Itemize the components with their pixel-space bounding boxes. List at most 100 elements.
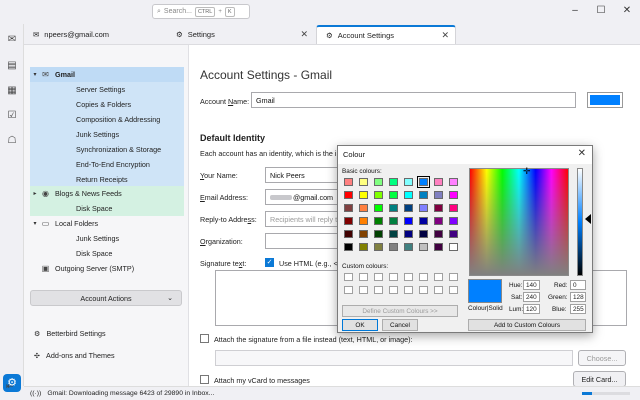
green-field[interactable]: 128 (570, 292, 586, 302)
custom-colour-swatch[interactable] (374, 273, 383, 281)
custom-colour-swatch[interactable] (359, 273, 368, 281)
colour-spectrum[interactable] (469, 168, 569, 276)
tree-item[interactable]: Return Receipts (30, 172, 184, 187)
account-name-field[interactable]: Gmail (251, 92, 576, 108)
basic-colour-swatch[interactable] (359, 178, 368, 186)
cancel-button[interactable]: Cancel (382, 319, 418, 331)
custom-colour-swatch[interactable] (449, 273, 458, 281)
add-to-custom-colours-button[interactable]: Add to Custom Colours (468, 319, 586, 331)
collapse-icon[interactable]: ⇤ (6, 381, 14, 392)
tree-item[interactable]: ▾ ✉ Gmail (30, 67, 184, 82)
betterbird-settings-link[interactable]: ⚙ Betterbird Settings (34, 329, 106, 338)
tree-item[interactable]: Synchronization & Storage (30, 142, 184, 157)
custom-colour-swatch[interactable] (389, 286, 398, 294)
basic-colour-swatch[interactable] (419, 204, 428, 212)
basic-colour-swatch[interactable] (404, 191, 413, 199)
basic-colour-swatch[interactable] (374, 191, 383, 199)
custom-colour-swatch[interactable] (359, 286, 368, 294)
basic-colour-swatch[interactable] (389, 178, 398, 186)
basic-colour-swatch[interactable] (419, 230, 428, 238)
basic-colour-swatch[interactable] (404, 243, 413, 251)
basic-colour-swatch[interactable] (449, 178, 458, 186)
blue-field[interactable]: 255 (570, 304, 586, 314)
basic-colour-swatch[interactable] (359, 243, 368, 251)
tasks-icon[interactable]: ☑ (6, 110, 18, 122)
basic-colour-swatch[interactable] (389, 204, 398, 212)
ok-button[interactable]: OK (342, 319, 378, 331)
twisty-icon[interactable]: ▾ (30, 220, 40, 227)
tab-account-settings[interactable]: ⚙ Account Settings ✕ (316, 25, 456, 44)
tree-item[interactable]: Junk Settings (30, 231, 184, 246)
luminance-pointer-icon[interactable] (585, 214, 591, 224)
red-field[interactable]: 0 (570, 280, 586, 290)
tree-item[interactable]: Composition & Addressing (30, 112, 184, 127)
custom-colour-swatch[interactable] (419, 273, 428, 281)
basic-colour-swatch[interactable] (419, 217, 428, 225)
custom-colour-swatch[interactable] (344, 273, 353, 281)
basic-colour-swatch[interactable] (419, 243, 428, 251)
basic-colour-swatch[interactable] (434, 191, 443, 199)
lum-field[interactable]: 120 (523, 304, 540, 314)
basic-colour-swatch[interactable] (374, 204, 383, 212)
tree-item[interactable]: Junk Settings (30, 127, 184, 142)
basic-colour-swatch[interactable] (389, 217, 398, 225)
custom-colour-swatch[interactable] (419, 286, 428, 294)
basic-colour-swatch[interactable] (449, 230, 458, 238)
basic-colour-swatch[interactable] (374, 243, 383, 251)
attach-signature-checkbox[interactable] (200, 334, 209, 343)
hue-field[interactable]: 140 (523, 280, 540, 290)
basic-colour-swatch[interactable] (434, 243, 443, 251)
custom-colour-swatch[interactable] (344, 286, 353, 294)
basic-colour-swatch[interactable] (374, 178, 383, 186)
custom-colour-swatch[interactable] (404, 286, 413, 294)
choose-button[interactable]: Choose... (578, 350, 626, 366)
close-icon[interactable]: ✕ (578, 148, 586, 159)
basic-colour-swatch[interactable] (389, 243, 398, 251)
basic-colour-swatch[interactable] (404, 178, 413, 186)
custom-colour-swatch[interactable] (449, 286, 458, 294)
basic-colour-swatch[interactable] (374, 217, 383, 225)
custom-colour-swatch[interactable] (374, 286, 383, 294)
luminance-slider[interactable] (577, 168, 583, 276)
basic-colour-swatch[interactable] (374, 230, 383, 238)
close-tab-icon[interactable]: ✕ (300, 29, 308, 40)
tree-item[interactable]: ▾ ▭ Local Folders (30, 216, 184, 231)
address-book-icon[interactable]: ▤ (6, 60, 18, 72)
basic-colour-swatch[interactable] (344, 191, 353, 199)
basic-colour-swatch[interactable] (434, 204, 443, 212)
calendar-icon[interactable]: ▦ (6, 85, 18, 97)
twisty-icon[interactable]: ▸ (30, 190, 40, 197)
account-actions-button[interactable]: Account Actions ⌄ (30, 290, 182, 306)
mail-space-icon[interactable]: ✉ (6, 34, 18, 46)
sat-field[interactable]: 240 (523, 292, 540, 302)
custom-colour-swatch[interactable] (434, 273, 443, 281)
basic-colour-swatch[interactable] (344, 243, 353, 251)
close-window-icon[interactable]: ✕ (620, 4, 634, 18)
custom-colour-swatch[interactable] (404, 273, 413, 281)
define-custom-colours-button[interactable]: Define Custom Colours >> (342, 305, 458, 317)
edit-card-button[interactable]: Edit Card... (573, 371, 626, 387)
use-html-checkbox[interactable]: ✓ (265, 258, 274, 267)
basic-colour-swatch[interactable] (359, 230, 368, 238)
chat-icon[interactable]: ☖ (6, 135, 18, 147)
close-tab-icon[interactable]: ✕ (441, 30, 449, 41)
twisty-icon[interactable]: ▾ (30, 71, 40, 78)
tree-item[interactable]: Copies & Folders (30, 97, 184, 112)
basic-colour-swatch[interactable] (359, 204, 368, 212)
basic-colour-swatch[interactable] (434, 230, 443, 238)
tree-item[interactable]: ▸ ◉ Blogs & News Feeds (30, 186, 184, 201)
basic-colour-swatch[interactable] (404, 217, 413, 225)
basic-colour-swatch[interactable] (344, 178, 353, 186)
tree-item[interactable]: End-To-End Encryption (30, 157, 184, 172)
basic-colour-swatch[interactable] (434, 217, 443, 225)
basic-colour-swatch[interactable] (449, 204, 458, 212)
search-box[interactable]: ⌕ Search... CTRL + K (152, 4, 250, 19)
tab-settings[interactable]: ⚙ Settings ✕ (167, 25, 314, 44)
custom-colour-swatch[interactable] (389, 273, 398, 281)
basic-colour-swatch[interactable] (449, 243, 458, 251)
tree-item[interactable]: Server Settings (30, 82, 184, 97)
basic-colour-swatch[interactable] (449, 217, 458, 225)
signature-file-field[interactable] (215, 350, 573, 366)
attach-vcard-checkbox[interactable] (200, 375, 209, 384)
maximize-icon[interactable]: ☐ (594, 4, 608, 18)
